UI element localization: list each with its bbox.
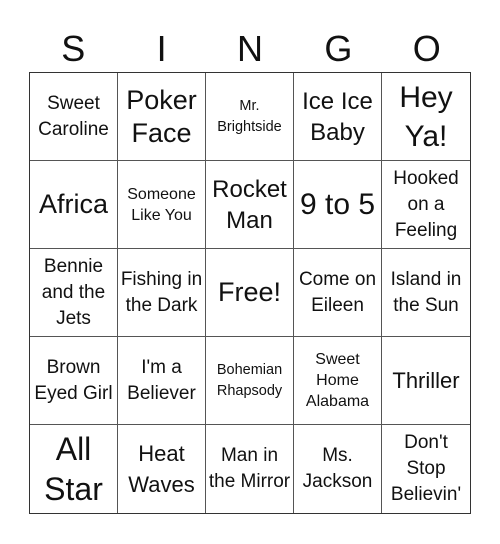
bingo-board: Sweet Caroline Poker Face Mr. Brightside… xyxy=(29,72,471,514)
cell-label: Man in the Mirror xyxy=(208,445,291,492)
bingo-cell[interactable]: Sweet Home Alabama xyxy=(294,337,382,425)
bingo-cell[interactable]: Hey Ya! xyxy=(382,73,470,161)
bingo-cell[interactable]: Rocket Man xyxy=(206,161,294,249)
bingo-cell[interactable]: Mr. Brightside xyxy=(206,73,294,161)
cell-label: All Star xyxy=(44,431,103,507)
bingo-cell[interactable]: Hooked on a Feeling xyxy=(382,161,470,249)
bingo-cell[interactable]: Heat Waves xyxy=(118,425,206,513)
bingo-cell[interactable]: Poker Face xyxy=(118,73,206,161)
header-letter-s: S xyxy=(61,28,86,69)
bingo-cell[interactable]: Thriller xyxy=(382,337,470,425)
bingo-cell[interactable]: Brown Eyed Girl xyxy=(30,337,118,425)
cell-label: Hooked on a Feeling xyxy=(393,167,459,241)
bingo-cell[interactable]: I'm a Believer xyxy=(118,337,206,425)
cell-label: 9 to 5 xyxy=(299,188,376,221)
cell-label: Mr. Brightside xyxy=(217,97,282,135)
bingo-header: S I N G O xyxy=(29,26,471,72)
bingo-cell[interactable]: Sweet Caroline xyxy=(30,73,118,161)
bingo-cell[interactable]: Ms. Jackson xyxy=(294,425,382,513)
cell-label: Bohemian Rhapsody xyxy=(216,361,283,399)
bingo-cell[interactable]: Come on Eileen xyxy=(294,249,382,337)
free-space-label: Free! xyxy=(217,277,282,307)
bingo-cell[interactable]: Africa xyxy=(30,161,118,249)
cell-label: Bennie and the Jets xyxy=(41,255,106,329)
cell-label: Sweet Home Alabama xyxy=(305,351,370,410)
bingo-cell[interactable]: Don't Stop Believin' xyxy=(382,425,470,513)
bingo-cell[interactable]: Fishing in the Dark xyxy=(118,249,206,337)
cell-label: I'm a Believer xyxy=(127,356,196,404)
cell-label: Heat Waves xyxy=(128,441,195,497)
cell-label: Someone Like You xyxy=(127,185,196,224)
cell-label: Poker Face xyxy=(126,84,197,148)
cell-label: Rocket Man xyxy=(212,175,287,234)
header-letter-i: I xyxy=(156,28,167,69)
bingo-cell[interactable]: Island in the Sun xyxy=(382,249,470,337)
cell-label: Thriller xyxy=(392,368,460,393)
free-space-cell[interactable]: Free! xyxy=(206,249,294,337)
cell-label: Brown Eyed Girl xyxy=(34,356,113,404)
cell-label: Ice Ice Baby xyxy=(302,87,373,146)
bingo-cell[interactable]: Bohemian Rhapsody xyxy=(206,337,294,425)
cell-label: Africa xyxy=(38,189,109,219)
bingo-cell[interactable]: Someone Like You xyxy=(118,161,206,249)
header-letter-n: N xyxy=(236,28,263,69)
bingo-cell[interactable]: Man in the Mirror xyxy=(206,425,294,513)
cell-label: Don't Stop Believin' xyxy=(390,432,462,505)
cell-label: Island in the Sun xyxy=(390,268,462,316)
cell-label: Fishing in the Dark xyxy=(120,268,203,316)
bingo-cell[interactable]: Bennie and the Jets xyxy=(30,249,118,337)
bingo-cell[interactable]: All Star xyxy=(30,425,118,513)
bingo-cell[interactable]: Ice Ice Baby xyxy=(294,73,382,161)
header-letter-o: O xyxy=(412,28,441,69)
cell-label: Hey Ya! xyxy=(399,80,453,153)
header-letter-g: G xyxy=(324,28,353,69)
bingo-cell[interactable]: 9 to 5 xyxy=(294,161,382,249)
cell-label: Come on Eileen xyxy=(298,268,377,316)
cell-label: Sweet Caroline xyxy=(38,92,109,140)
cell-label: Ms. Jackson xyxy=(302,445,373,492)
